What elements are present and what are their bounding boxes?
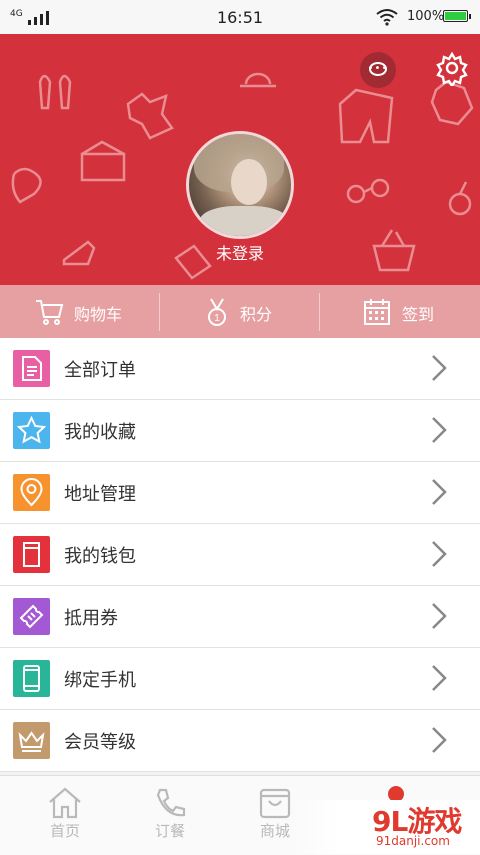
tab-label: 订餐 (154, 822, 185, 840)
menu-item-address[interactable]: 地址管理 (0, 462, 480, 524)
avatar[interactable] (186, 131, 294, 239)
watermark: 9L游戏 91danji.com (292, 800, 480, 854)
wifi-icon (376, 9, 398, 26)
crown-icon (13, 722, 50, 759)
battery-level: 100% (407, 9, 445, 24)
menu-item-label: 全部订单 (64, 360, 136, 381)
chevron-right-icon (432, 665, 447, 691)
settings-gear-icon[interactable] (434, 50, 470, 86)
cart-button[interactable]: 购物车 (0, 285, 160, 338)
wallet-icon (13, 536, 50, 573)
menu-item-label: 抵用券 (64, 608, 118, 629)
menu-item-label: 我的钱包 (64, 546, 136, 567)
profile-header: ••• 未登录 (0, 34, 480, 285)
tab-label: 首页 (49, 822, 80, 840)
battery-icon (443, 10, 471, 22)
shopping-bag-icon (259, 788, 291, 819)
watermark-url: 91danji.com (376, 834, 450, 848)
status-bar: 4G 16:51 100% (0, 0, 480, 34)
medal-icon: 1 (208, 298, 226, 326)
tab-home[interactable]: 首页 (15, 776, 115, 855)
document-icon (13, 350, 50, 387)
chevron-right-icon (432, 727, 447, 753)
message-button[interactable]: ••• (360, 52, 396, 88)
menu-item-bind-phone[interactable]: 绑定手机 (0, 648, 480, 710)
star-icon (13, 412, 50, 449)
menu-item-wallet[interactable]: 我的钱包 (0, 524, 480, 586)
chevron-right-icon (432, 417, 447, 443)
login-status-label[interactable]: 未登录 (0, 240, 480, 264)
menu-item-label: 绑定手机 (64, 670, 136, 691)
menu-item-label: 会员等级 (64, 732, 136, 753)
menu-item-label: 地址管理 (64, 484, 136, 505)
menu-item-membership[interactable]: 会员等级 (0, 710, 480, 772)
menu-item-orders[interactable]: 全部订单 (0, 338, 480, 400)
points-button[interactable]: 1 积分 (160, 285, 320, 338)
menu-item-label: 我的收藏 (64, 422, 136, 443)
points-label: 积分 (240, 305, 273, 324)
checkin-label: 签到 (402, 305, 435, 324)
phone-icon (13, 660, 50, 697)
svg-text:1: 1 (214, 313, 220, 324)
menu-item-favorites[interactable]: 我的收藏 (0, 400, 480, 462)
location-pin-icon (13, 474, 50, 511)
ticket-icon (13, 598, 50, 635)
chevron-right-icon (432, 541, 447, 567)
home-icon (49, 787, 81, 819)
menu-item-coupons[interactable]: 抵用券 (0, 586, 480, 648)
chevron-right-icon (432, 355, 447, 381)
chevron-right-icon (432, 603, 447, 629)
phone-call-icon (156, 788, 186, 817)
cart-label: 购物车 (74, 305, 123, 324)
checkin-button[interactable]: 签到 (320, 285, 480, 338)
tab-order-food[interactable]: 订餐 (120, 776, 220, 855)
quick-actions-bar: 购物车 1 积分 签到 (0, 285, 480, 338)
cart-icon (36, 300, 64, 325)
calendar-icon (364, 299, 390, 325)
chevron-right-icon (432, 479, 447, 505)
menu-list: 全部订单 我的收藏 地址管理 我的钱包 抵用券 绑定手机 会员等级 (0, 338, 480, 772)
